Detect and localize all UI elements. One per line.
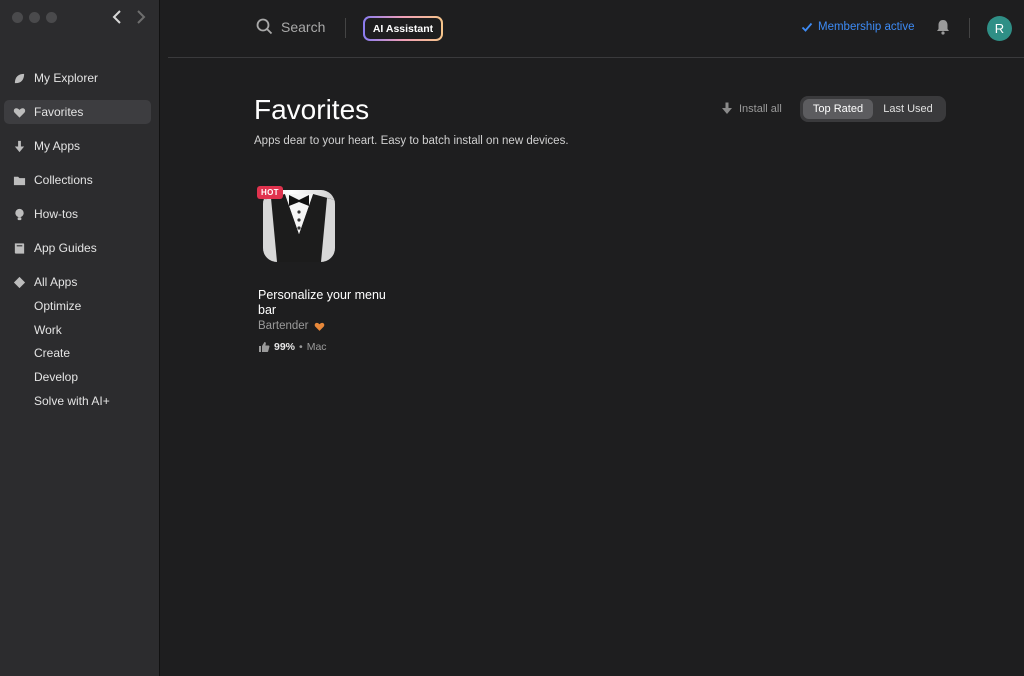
sidebar-item-label: App Guides xyxy=(34,241,97,255)
sidebar-subitem-solve-with-ai[interactable]: Solve with AI+ xyxy=(4,389,151,413)
ai-assistant-button[interactable]: AI Assistant xyxy=(363,16,443,41)
thumbs-up-icon xyxy=(259,342,270,352)
search-button[interactable]: Search xyxy=(256,18,325,35)
leaf-icon xyxy=(12,71,26,85)
sidebar-item-label: Collections xyxy=(34,173,93,187)
bell-icon[interactable] xyxy=(934,18,952,36)
sort-option-last-used[interactable]: Last Used xyxy=(873,99,943,119)
back-button[interactable] xyxy=(110,8,124,26)
sidebar-item-my-apps[interactable]: My Apps xyxy=(4,134,151,158)
sidebar-nav: My Explorer Favorites My Apps Collection… xyxy=(4,66,151,412)
search-label: Search xyxy=(281,18,326,35)
heart-icon xyxy=(314,322,324,331)
meta-separator: • xyxy=(299,341,303,353)
diamond-icon xyxy=(12,275,26,289)
sort-option-top-rated[interactable]: Top Rated xyxy=(803,99,873,119)
install-all-label: Install all xyxy=(739,102,782,115)
sidebar-subitem-develop[interactable]: Develop xyxy=(4,365,151,389)
sidebar-subitem-work[interactable]: Work xyxy=(4,318,151,342)
sidebar-item-favorites[interactable]: Favorites xyxy=(4,100,151,124)
sidebar: My Explorer Favorites My Apps Collection… xyxy=(0,0,160,676)
hot-badge: HOT xyxy=(257,186,283,199)
heart-icon xyxy=(12,105,26,119)
zoom-window-button[interactable] xyxy=(46,12,57,23)
download-arrow-icon xyxy=(12,139,26,153)
tuxedo-icon xyxy=(263,194,335,262)
search-icon xyxy=(256,18,273,35)
navigation-arrows xyxy=(110,8,148,26)
sidebar-item-app-guides[interactable]: App Guides xyxy=(4,236,151,260)
chevron-right-icon xyxy=(137,10,146,24)
top-bar: Search AI Assistant Membership active R xyxy=(168,0,1024,58)
chevron-left-icon xyxy=(112,10,121,24)
sidebar-item-label: Favorites xyxy=(34,105,84,119)
membership-status[interactable]: Membership active xyxy=(801,21,915,33)
sidebar-item-label: How-tos xyxy=(34,207,79,221)
sidebar-item-label: All Apps xyxy=(34,275,78,289)
app-card-developer: Bartender xyxy=(258,320,325,332)
book-icon xyxy=(12,241,26,255)
app-card-title[interactable]: Personalize your menu bar xyxy=(258,288,388,318)
divider xyxy=(345,18,346,38)
sidebar-item-all-apps[interactable]: All Apps xyxy=(4,270,151,294)
forward-button[interactable] xyxy=(134,8,148,26)
platform-label: Mac xyxy=(306,341,327,353)
checkmark-icon xyxy=(801,22,813,32)
sidebar-subitem-optimize[interactable]: Optimize xyxy=(4,294,151,318)
window-controls xyxy=(12,12,57,23)
close-window-button[interactable] xyxy=(12,12,23,23)
divider xyxy=(969,18,970,38)
sidebar-item-how-tos[interactable]: How-tos xyxy=(4,202,151,226)
app-card-meta: 99% • Mac xyxy=(258,341,327,353)
sort-segmented-control: Top Rated Last Used xyxy=(800,96,946,122)
ai-assistant-label: AI Assistant xyxy=(365,18,441,39)
sidebar-item-collections[interactable]: Collections xyxy=(4,168,151,192)
rating-percent: 99% xyxy=(274,341,296,353)
folder-icon xyxy=(12,173,26,187)
app-icon-bartender[interactable] xyxy=(263,190,335,262)
sidebar-item-label: My Apps xyxy=(34,139,81,153)
page-subtitle: Apps dear to your heart. Easy to batch i… xyxy=(254,135,569,147)
sidebar-item-my-explorer[interactable]: My Explorer xyxy=(4,66,151,90)
developer-name: Bartender xyxy=(258,320,309,332)
membership-label: Membership active xyxy=(818,21,915,33)
page-title: Favorites xyxy=(254,94,370,125)
download-arrow-icon xyxy=(722,102,732,114)
sidebar-item-label: My Explorer xyxy=(34,71,99,85)
sidebar-subitem-create[interactable]: Create xyxy=(4,341,151,365)
lightbulb-icon xyxy=(12,207,26,221)
minimize-window-button[interactable] xyxy=(29,12,40,23)
install-all-button[interactable]: Install all xyxy=(721,102,782,115)
avatar[interactable]: R xyxy=(987,16,1012,41)
